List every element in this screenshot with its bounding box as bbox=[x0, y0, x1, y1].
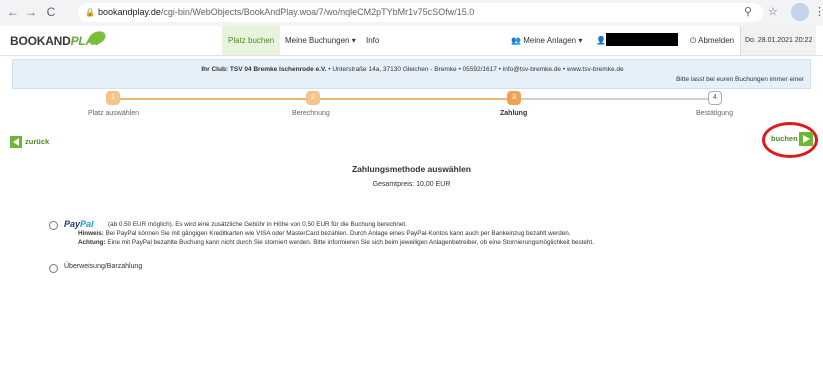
step-4-badge: 4 bbox=[708, 91, 722, 105]
people-icon: 👥 bbox=[511, 36, 521, 45]
user-icon[interactable]: 👤 bbox=[596, 26, 606, 55]
book-button[interactable]: buchen bbox=[771, 132, 813, 146]
stepper-line-pending bbox=[516, 98, 708, 100]
step-4-label: Bestätigung bbox=[696, 110, 733, 117]
paypal-warning: Achtung: Eine mit PayPal bezahlte Buchun… bbox=[78, 239, 594, 246]
step-2-badge: 2 bbox=[306, 91, 320, 105]
step-2-label: Berechnung bbox=[292, 110, 330, 117]
logo[interactable]: BOOKANDPLAY bbox=[10, 28, 108, 48]
logout-button[interactable]: ⏻ Abmelden bbox=[690, 26, 734, 55]
step-1-badge: 1 bbox=[106, 91, 120, 105]
zoom-icon[interactable]: ⚲ bbox=[744, 5, 752, 19]
arrow-left-icon bbox=[10, 136, 22, 148]
forward-arrow-icon[interactable]: → bbox=[24, 5, 38, 19]
power-icon: ⏻ bbox=[690, 36, 697, 45]
step-3-label: Zahlung bbox=[500, 110, 528, 117]
reload-icon[interactable]: C bbox=[44, 5, 58, 19]
club-name: Ihr Club: TSV 04 Bremke Ischenrode e.V. bbox=[201, 66, 327, 73]
step-3-badge: 3 bbox=[507, 91, 521, 105]
facilities-menu[interactable]: 👥 Meine Anlagen ▾ bbox=[511, 26, 582, 55]
club-info-banner: Ihr Club: TSV 04 Bremke Ischenrode e.V. … bbox=[12, 59, 811, 89]
browser-menu-icon[interactable]: ⋮ bbox=[814, 5, 823, 19]
step-1-label: Platz auswählen bbox=[88, 110, 139, 117]
address-bar[interactable]: 🔒 bookandplay.de/cgi-bin/WebObjects/Book… bbox=[78, 3, 763, 22]
paypal-radio[interactable] bbox=[49, 221, 58, 230]
paypal-logo: PayPal bbox=[64, 219, 94, 229]
tab-info[interactable]: Info bbox=[366, 26, 379, 55]
url-host: bookandplay.de bbox=[98, 7, 161, 17]
tab-meine-buchungen[interactable]: Meine Buchungen ▾ bbox=[285, 26, 356, 55]
payment-title: Zahlungsmethode auswählen bbox=[351, 164, 472, 174]
lock-icon: 🔒 bbox=[85, 8, 95, 17]
paypal-hint: Hinweis: Bei PayPal können Sie mit gängi… bbox=[78, 230, 571, 237]
browser-toolbar: ← → C 🔒 bookandplay.de/cgi-bin/WebObject… bbox=[0, 0, 823, 27]
app-header: BOOKANDPLAY Platz buchen Meine Buchungen… bbox=[0, 26, 823, 56]
paypal-fee-text: (ab 0.50 EUR möglich). Es wird eine zusä… bbox=[108, 221, 407, 228]
back-button[interactable]: zurück bbox=[10, 136, 49, 148]
current-date: Do. 28.01.2021 20:22 bbox=[740, 26, 817, 55]
redacted-username bbox=[606, 33, 678, 46]
club-note: Bitte lasst bei euren Buchungen immer ei… bbox=[676, 76, 804, 83]
transfer-label[interactable]: Überweisung/Barzahlung bbox=[64, 263, 142, 270]
back-arrow-icon[interactable]: ← bbox=[6, 5, 20, 19]
url-path: /cgi-bin/WebObjects/BookAndPlay.woa/7/wo… bbox=[160, 7, 475, 17]
star-icon[interactable]: ☆ bbox=[768, 5, 778, 19]
tab-platz-buchen[interactable]: Platz buchen bbox=[222, 26, 281, 55]
profile-avatar[interactable] bbox=[791, 3, 809, 21]
total-price: Gesamtpreis: 10,00 EUR bbox=[372, 181, 451, 188]
club-details: • Unterstraße 14a, 37130 Gleichen - Brem… bbox=[326, 66, 624, 73]
arrow-right-icon bbox=[799, 132, 813, 146]
transfer-radio[interactable] bbox=[49, 264, 58, 273]
